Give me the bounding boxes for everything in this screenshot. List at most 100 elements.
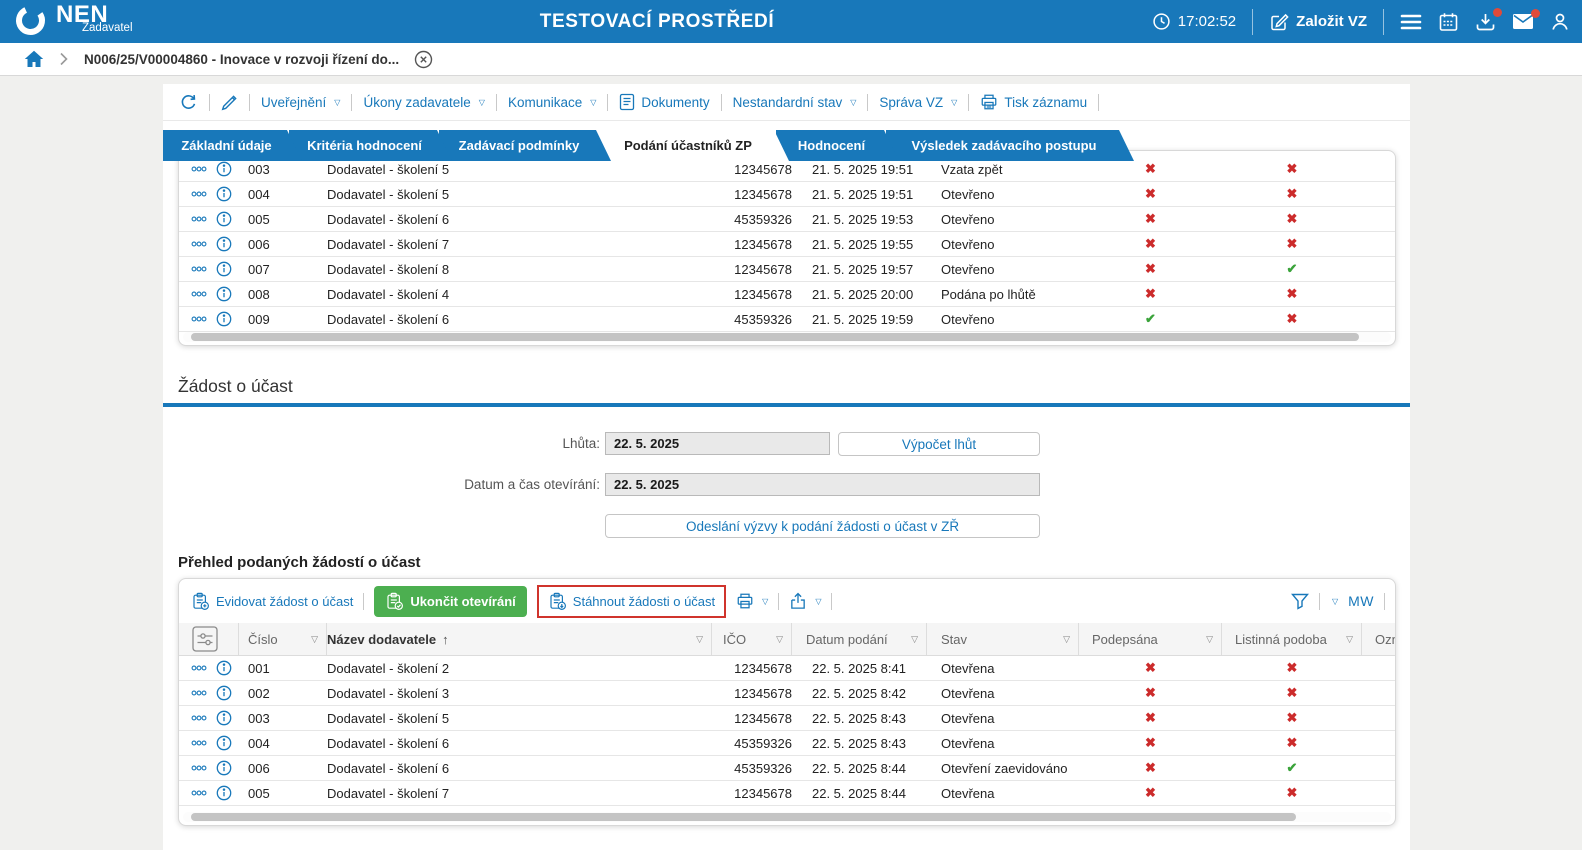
cell-number: 003 <box>248 710 270 726</box>
row-menu-icon[interactable] <box>191 689 207 697</box>
table-row[interactable]: 004 Dodavatel - školení 5 12345678 21. 5… <box>179 182 1395 207</box>
menu-nestandardni-stav[interactable]: Nestandardní stav ▽ <box>733 95 857 110</box>
scrollbar-thumb[interactable] <box>191 333 1359 341</box>
cell-number: 008 <box>248 286 270 302</box>
cell-paper-mark: ✖ <box>1286 311 1298 326</box>
filter-icon[interactable] <box>1290 593 1309 610</box>
row-info-icon[interactable] <box>216 211 232 227</box>
menu-ukony-zadavatele[interactable]: Úkony zadavatele ▽ <box>363 95 484 110</box>
home-icon[interactable] <box>24 50 44 68</box>
row-info-icon[interactable] <box>216 785 232 801</box>
caret-down-icon[interactable]: ▽ <box>1332 597 1338 606</box>
menu-dokumenty[interactable]: Dokumenty <box>619 93 710 111</box>
lhuta-field[interactable]: 22. 5. 2025 08:45 <box>605 432 1231 800</box>
create-vz-button[interactable]: Založit VZ <box>1269 12 1367 32</box>
col-listinna-podoba[interactable]: Listinná podoba <box>1235 632 1327 647</box>
profile-button[interactable] <box>1550 12 1570 32</box>
table-row[interactable]: 005 Dodavatel - školení 7 12345678 22. 5… <box>179 781 1395 806</box>
row-menu-icon[interactable] <box>191 664 207 672</box>
menu-uverejneni[interactable]: Uveřejnění ▽ <box>261 95 340 110</box>
breadcrumb-item[interactable]: N006/25/V00004860 - Inovace v rozvoji ří… <box>84 52 399 67</box>
table-row[interactable]: 001 Dodavatel - školení 2 12345678 22. 5… <box>179 656 1395 681</box>
tab-kriteria-hodnoceni[interactable]: Kritéria hodnocení <box>289 130 452 161</box>
export-table-button[interactable]: ▽ <box>789 592 821 610</box>
row-info-icon[interactable] <box>216 760 232 776</box>
menu-sprava-vz[interactable]: Správa VZ ▽ <box>879 95 957 110</box>
filter-caret-icon[interactable]: ▽ <box>1346 634 1353 645</box>
row-menu-icon[interactable] <box>191 215 207 223</box>
calendar-button[interactable] <box>1438 12 1459 32</box>
downloads-button[interactable] <box>1475 7 1502 32</box>
table-row[interactable]: 008 Dodavatel - školení 4 12345678 21. 5… <box>179 282 1395 307</box>
row-menu-icon[interactable] <box>191 789 207 797</box>
stahnout-zadosti-button[interactable]: Stáhnout žádosti o účast <box>548 592 715 611</box>
col-ico[interactable]: IČO <box>723 632 746 647</box>
tab-zadavaci-podminky[interactable]: Zadávací podmínky <box>439 130 611 161</box>
refresh-button[interactable] <box>179 93 198 112</box>
menu-button[interactable] <box>1400 13 1422 31</box>
col-oznaceni[interactable]: Označe <box>1375 632 1395 647</box>
otevirani-date-value[interactable]: 22. 5. 2025 <box>606 477 679 492</box>
row-info-icon[interactable] <box>216 186 232 202</box>
tab-podani-ucastniku-zp[interactable]: Podání účastníků ZP <box>599 130 789 161</box>
row-info-icon[interactable] <box>216 236 232 252</box>
ukoncit-otevirani-button[interactable]: Ukončit otevírání <box>374 585 527 617</box>
column-settings-icon[interactable] <box>191 626 218 652</box>
divider <box>968 93 970 111</box>
row-info-icon[interactable] <box>216 710 232 726</box>
row-menu-icon[interactable] <box>191 315 207 323</box>
filter-caret-icon[interactable]: ▽ <box>311 634 318 645</box>
table-row[interactable]: 006 Dodavatel - školení 7 12345678 21. 5… <box>179 232 1395 257</box>
cell-signed-mark: ✖ <box>1145 286 1156 301</box>
row-menu-icon[interactable] <box>191 714 207 722</box>
vypocet-lhut-button[interactable]: Výpočet lhůt <box>838 432 1040 456</box>
filter-caret-icon[interactable]: ▽ <box>776 634 783 645</box>
col-podepsana[interactable]: Podepsána <box>1092 632 1158 647</box>
row-menu-icon[interactable] <box>191 165 207 173</box>
print-record-button[interactable]: Tisk záznamu <box>980 93 1087 111</box>
col-datum-podani[interactable]: Datum podání <box>806 632 888 647</box>
table-row[interactable]: 006 Dodavatel - školení 6 45359326 22. 5… <box>179 756 1395 781</box>
messages-button[interactable] <box>1512 9 1540 30</box>
lhuta-date-value[interactable]: 22. 5. 2025 <box>606 436 679 451</box>
row-info-icon[interactable] <box>216 161 232 177</box>
table-row[interactable]: 009 Dodavatel - školení 6 45359326 21. 5… <box>179 307 1395 332</box>
logo[interactable]: NEN Zadavatel <box>14 3 133 37</box>
tab-hodnoceni[interactable]: Hodnocení <box>776 130 899 161</box>
col-nazev-dodavatele[interactable]: Název dodavatele ↑ <box>327 632 449 647</box>
row-menu-icon[interactable] <box>191 240 207 248</box>
row-menu-icon[interactable] <box>191 739 207 747</box>
row-menu-icon[interactable] <box>191 190 207 198</box>
col-stav[interactable]: Stav <box>941 632 967 647</box>
table-row[interactable]: 007 Dodavatel - školení 8 12345678 21. 5… <box>179 257 1395 282</box>
row-info-icon[interactable] <box>216 660 232 676</box>
close-tab-icon[interactable] <box>414 50 433 69</box>
filter-caret-icon[interactable]: ▽ <box>1063 634 1070 645</box>
row-menu-icon[interactable] <box>191 265 207 273</box>
row-info-icon[interactable] <box>216 286 232 302</box>
tab-vysledek[interactable]: Výsledek zadávacího postupu <box>886 130 1134 161</box>
edit-record-button[interactable] <box>221 94 238 111</box>
menu-komunikace[interactable]: Komunikace ▽ <box>508 95 596 110</box>
odeslani-vyzvy-button[interactable]: Odeslání výzvy k podání žádosti o účast … <box>605 514 1040 538</box>
row-info-icon[interactable] <box>216 311 232 327</box>
evidovat-zadost-button[interactable]: Evidovat žádost o účast <box>191 592 353 611</box>
table-row[interactable]: 002 Dodavatel - školení 3 12345678 22. 5… <box>179 681 1395 706</box>
filter-caret-icon[interactable]: ▽ <box>696 634 703 645</box>
scrollbar-thumb[interactable] <box>191 813 1296 821</box>
col-cislo[interactable]: Číslo <box>248 632 278 647</box>
row-info-icon[interactable] <box>216 685 232 701</box>
filter-caret-icon[interactable]: ▽ <box>911 634 918 645</box>
row-info-icon[interactable] <box>216 735 232 751</box>
table-row[interactable]: 003 Dodavatel - školení 5 12345678 22. 5… <box>179 706 1395 731</box>
row-menu-icon[interactable] <box>191 764 207 772</box>
print-table-button[interactable]: ▽ <box>736 592 768 610</box>
view-code-label[interactable]: MW <box>1348 593 1374 609</box>
filter-caret-icon[interactable]: ▽ <box>1206 634 1213 645</box>
tab-zakladni-udaje[interactable]: Základní údaje <box>163 130 302 161</box>
table-row[interactable]: 005 Dodavatel - školení 6 45359326 21. 5… <box>179 207 1395 232</box>
row-menu-icon[interactable] <box>191 290 207 298</box>
row-info-icon[interactable] <box>216 261 232 277</box>
otevirani-field[interactable]: 22. 5. 2025 08:45 <box>605 473 1040 496</box>
table-row[interactable]: 004 Dodavatel - školení 6 45359326 22. 5… <box>179 731 1395 756</box>
